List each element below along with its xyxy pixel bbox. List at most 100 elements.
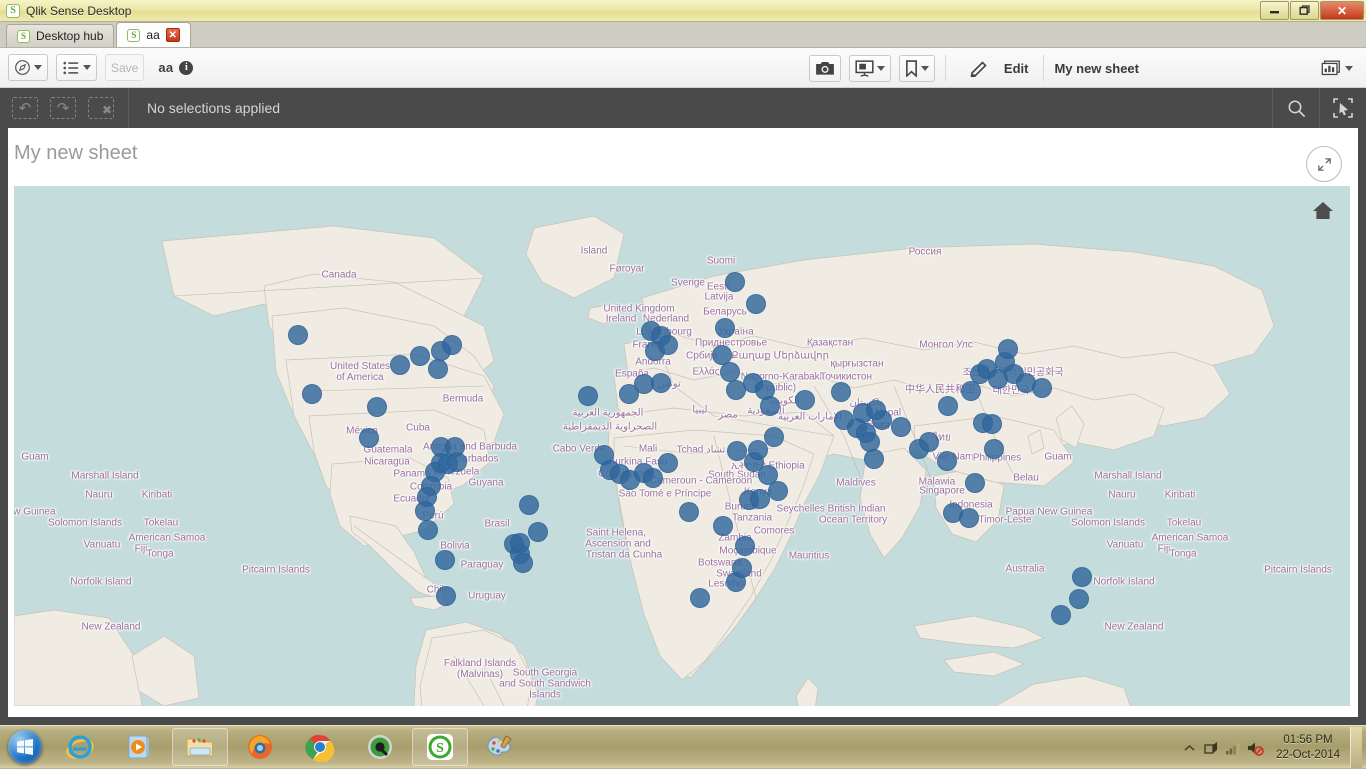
map-chart[interactable]: CanadaUnited Statesof AmericaMéxicoCubaB…	[14, 186, 1350, 706]
map-data-point[interactable]	[750, 489, 770, 509]
map-data-point[interactable]	[959, 508, 979, 528]
map-data-point[interactable]	[937, 451, 957, 471]
info-icon[interactable]: i	[179, 61, 193, 75]
map-data-point[interactable]	[359, 428, 379, 448]
map-data-point[interactable]	[998, 339, 1018, 359]
map-data-point[interactable]	[435, 550, 455, 570]
map-data-point[interactable]	[795, 390, 815, 410]
expand-object-button[interactable]	[1306, 146, 1342, 182]
map-data-point[interactable]	[690, 588, 710, 608]
bookmark-dropdown-button[interactable]	[899, 55, 935, 82]
map-data-point[interactable]	[1072, 567, 1092, 587]
map-data-point[interactable]	[720, 362, 740, 382]
tray-expand-button[interactable]	[1178, 744, 1200, 752]
firefox-icon	[245, 732, 275, 762]
map-data-point[interactable]	[727, 441, 747, 461]
map-data-point[interactable]	[445, 437, 465, 457]
map-data-point[interactable]	[938, 396, 958, 416]
taskbar-item-windows-media-player[interactable]	[112, 728, 168, 766]
taskbar-item-google-chrome[interactable]	[292, 728, 348, 766]
sheets-overview-button[interactable]	[1315, 55, 1358, 82]
map-data-point[interactable]	[746, 294, 766, 314]
tab-aa[interactable]: S aa ✕	[116, 22, 190, 47]
selbar-divider	[128, 88, 129, 128]
edit-button[interactable]: Edit	[964, 55, 1034, 82]
selection-back-button[interactable]: ↶	[12, 97, 38, 119]
map-data-point[interactable]	[528, 522, 548, 542]
map-data-point[interactable]	[732, 558, 752, 578]
action-center-button[interactable]	[1200, 740, 1222, 756]
toolbar-divider	[1043, 55, 1044, 81]
map-data-point[interactable]	[442, 335, 462, 355]
map-data-point[interactable]	[764, 427, 784, 447]
taskbar-item-skype[interactable]: S	[412, 728, 468, 766]
map-data-point[interactable]	[864, 449, 884, 469]
map-data-point[interactable]	[390, 355, 410, 375]
tab-desktop-hub[interactable]: S Desktop hub	[6, 24, 114, 47]
clear-selections-icon: ✖	[88, 97, 114, 119]
map-data-point[interactable]	[513, 553, 533, 573]
map-data-point[interactable]	[725, 272, 745, 292]
map-data-point[interactable]	[418, 520, 438, 540]
map-data-point[interactable]	[965, 473, 985, 493]
map-data-point[interactable]	[713, 516, 733, 536]
show-desktop-button[interactable]	[1350, 727, 1362, 768]
minimize-button[interactable]	[1260, 1, 1289, 20]
map-data-point[interactable]	[658, 335, 678, 355]
selection-forward-button[interactable]: ↷	[50, 97, 76, 119]
window-controls[interactable]: ✕	[1260, 1, 1364, 20]
save-button[interactable]: Save	[105, 54, 144, 81]
map-data-point[interactable]	[1032, 378, 1052, 398]
edit-label: Edit	[1004, 61, 1029, 76]
close-icon[interactable]: ✕	[166, 28, 180, 42]
map-data-point[interactable]	[982, 414, 1002, 434]
taskbar-item-internet-explorer[interactable]	[52, 728, 108, 766]
map-data-point[interactable]	[658, 453, 678, 473]
map-data-point[interactable]	[436, 586, 456, 606]
taskbar-item-mozilla-firefox[interactable]	[232, 728, 288, 766]
restore-button[interactable]	[1290, 1, 1319, 20]
map-data-point[interactable]	[679, 502, 699, 522]
story-dropdown-button[interactable]	[849, 55, 891, 82]
map-data-point[interactable]	[367, 397, 387, 417]
map-data-point[interactable]	[961, 381, 981, 401]
map-data-point[interactable]	[510, 533, 530, 553]
window-title-bar[interactable]: S Qlik Sense Desktop ✕	[0, 0, 1366, 22]
snapshot-button[interactable]	[809, 55, 841, 82]
map-data-point[interactable]	[1069, 589, 1089, 609]
selection-search-button[interactable]	[1273, 88, 1319, 128]
map-data-point[interactable]	[735, 536, 755, 556]
map-data-point[interactable]	[1051, 605, 1071, 625]
map-data-point[interactable]	[643, 468, 663, 488]
map-home-button[interactable]	[1312, 200, 1334, 220]
sheets-dropdown-button[interactable]	[56, 54, 97, 81]
map-data-point[interactable]	[288, 325, 308, 345]
map-data-point[interactable]	[760, 396, 780, 416]
volume-button[interactable]	[1244, 740, 1266, 756]
world-map-graphic	[14, 186, 1350, 706]
map-data-point[interactable]	[415, 501, 435, 521]
selection-tool-button[interactable]	[1320, 88, 1366, 128]
map-data-point[interactable]	[891, 417, 911, 437]
taskbar-item-qlikview[interactable]	[352, 728, 408, 766]
map-data-point[interactable]	[578, 386, 598, 406]
map-data-point[interactable]	[866, 400, 886, 420]
network-button[interactable]	[1222, 741, 1244, 755]
map-data-point[interactable]	[651, 373, 671, 393]
map-data-point[interactable]	[715, 318, 735, 338]
clear-selections-button[interactable]: ✖	[88, 97, 114, 119]
map-data-point[interactable]	[831, 382, 851, 402]
map-data-point[interactable]	[428, 359, 448, 379]
taskbar-item-windows-explorer[interactable]	[172, 728, 228, 766]
taskbar-clock[interactable]: 01:56 PM 22-Oct-2014	[1266, 733, 1350, 763]
map-data-point[interactable]	[302, 384, 322, 404]
map-data-point[interactable]	[984, 439, 1004, 459]
taskbar-item-paint[interactable]	[472, 728, 528, 766]
map-data-point[interactable]	[919, 432, 939, 452]
browser-tab-strip[interactable]: S Desktop hub S aa ✕	[0, 22, 1366, 48]
navigation-dropdown-button[interactable]	[8, 54, 48, 81]
map-data-point[interactable]	[519, 495, 539, 515]
start-button[interactable]	[2, 728, 48, 766]
map-data-point[interactable]	[410, 346, 430, 366]
close-button[interactable]: ✕	[1320, 1, 1364, 20]
